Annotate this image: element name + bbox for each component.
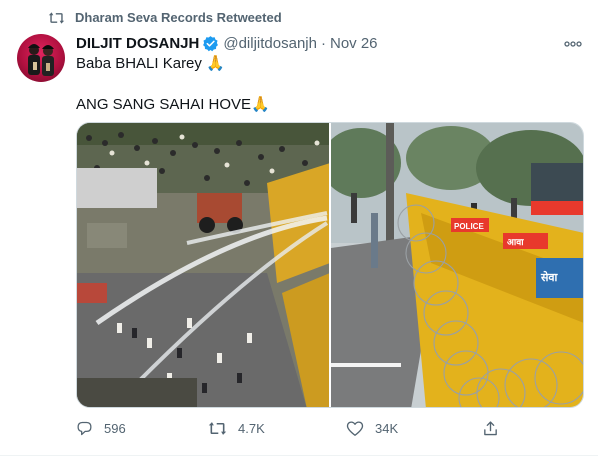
separator: · bbox=[320, 35, 326, 52]
photo-barricades-barbed-wire[interactable]: POLICE आवा सेवा bbox=[331, 123, 583, 407]
photo-water-cannon-protest[interactable] bbox=[77, 123, 329, 407]
tweet-header: DILJIT DOSANJH @diljitdosanjh · Nov 26 bbox=[76, 35, 378, 52]
reply-button[interactable]: 596 bbox=[76, 420, 126, 437]
heart-icon bbox=[346, 420, 364, 437]
avatar[interactable] bbox=[17, 34, 65, 82]
handle[interactable]: @diljitdosanjh bbox=[223, 35, 317, 52]
reply-count: 596 bbox=[104, 421, 126, 436]
retweet-button[interactable]: 4.7K bbox=[208, 420, 265, 437]
tweet[interactable]: Dharam Seva Records Retweeted DILJIT DOS… bbox=[0, 0, 598, 458]
retweet-label: Dharam Seva Records Retweeted bbox=[75, 10, 282, 25]
share-button[interactable] bbox=[482, 420, 499, 437]
retweet-context[interactable]: Dharam Seva Records Retweeted bbox=[48, 10, 282, 25]
tweet-text-line-2: ANG SANG SAHAI HOVE🙏 bbox=[76, 96, 270, 113]
display-name[interactable]: DILJIT DOSANJH bbox=[76, 35, 199, 52]
retweet-icon bbox=[48, 11, 65, 25]
tweet-date[interactable]: Nov 26 bbox=[330, 35, 378, 52]
verified-badge-icon bbox=[202, 35, 219, 52]
like-count: 34K bbox=[375, 421, 399, 436]
reply-icon bbox=[76, 420, 93, 437]
more-options-icon[interactable] bbox=[563, 37, 583, 51]
share-icon bbox=[482, 420, 499, 437]
like-button[interactable]: 34K bbox=[346, 420, 398, 437]
tweet-text-line-1: Baba BHALI Karey 🙏 bbox=[76, 55, 225, 72]
tweet-divider bbox=[0, 455, 598, 456]
media-grid: POLICE आवा सेवा bbox=[76, 122, 584, 408]
svg-text:आवा: आवा bbox=[507, 238, 524, 248]
retweet-count: 4.7K bbox=[238, 421, 265, 436]
svg-text:POLICE: POLICE bbox=[454, 222, 484, 231]
profile-photo bbox=[28, 44, 54, 76]
svg-text:सेवा: सेवा bbox=[540, 270, 559, 284]
retweet-action-icon bbox=[208, 420, 227, 437]
tweet-actions: 596 4.7K 34K bbox=[76, 420, 536, 440]
